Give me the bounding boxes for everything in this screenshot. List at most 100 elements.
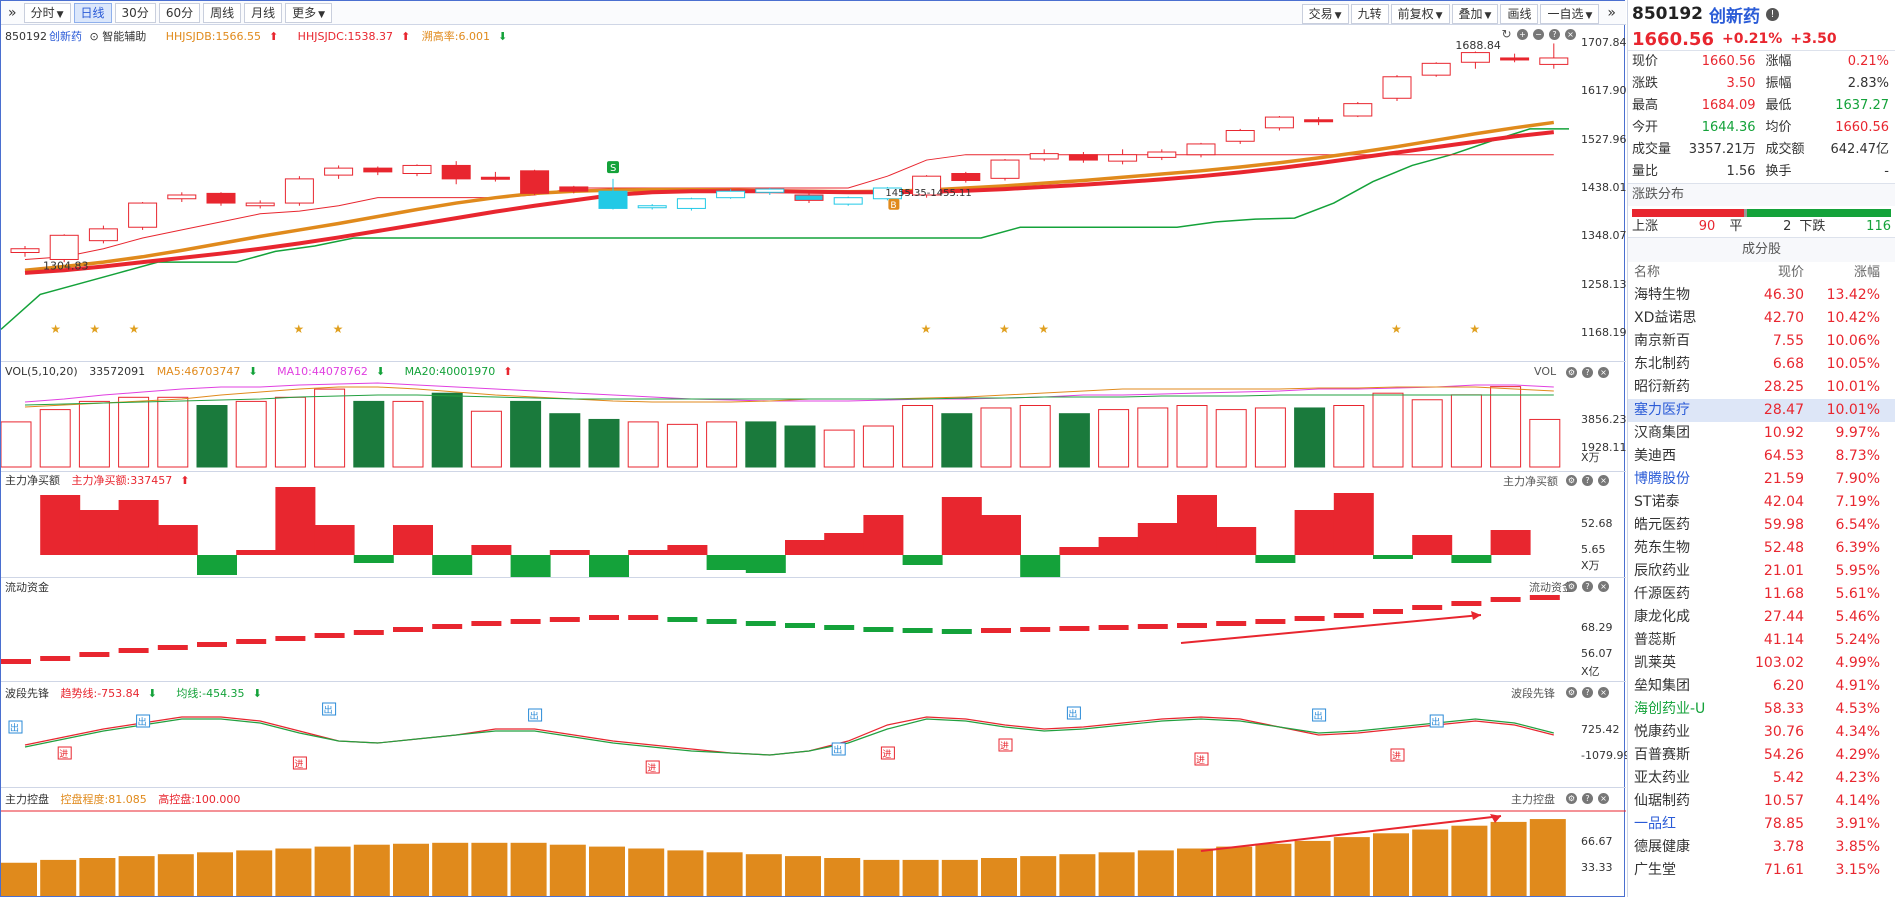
collapse-icon[interactable]: » [4, 4, 21, 22]
col-name[interactable]: 名称 [1628, 262, 1732, 284]
net-buy-bar [628, 550, 669, 555]
quote-value: 2.83% [1847, 76, 1889, 91]
flow-segment [1020, 627, 1051, 632]
net-buy-bar [667, 545, 708, 555]
constituent-row[interactable]: 仟源医药 11.68 5.61% [1628, 583, 1895, 606]
draw-button[interactable]: 画线 [1500, 4, 1539, 24]
quote-label: 涨跌 [1632, 76, 1659, 91]
info-icon[interactable]: ! [1765, 7, 1779, 21]
net-buy-bar [1451, 555, 1492, 563]
constituent-row[interactable]: 海特生物 46.30 13.42% [1628, 284, 1895, 307]
wave-out-marker: 出 [1068, 708, 1077, 720]
constituent-row[interactable]: 东北制药 6.68 10.05% [1628, 353, 1895, 376]
col-pct[interactable]: 涨幅 [1804, 262, 1890, 284]
down-count: 116 [1866, 219, 1891, 234]
constituent-row[interactable]: 广生堂 71.61 3.15% [1628, 859, 1895, 882]
constituent-name: ST诺泰 [1634, 494, 1680, 510]
control-bar [432, 842, 469, 896]
help-icon[interactable]: ? [1582, 475, 1593, 486]
candlestick-chart[interactable]: 1688.84 1304.83 1455.35-1455.11 S B ★ ★ ★ ★ ★ ★ ★ ★ ★… [1, 37, 1626, 347]
liquidity-chart[interactable] [1, 591, 1626, 681]
constituent-pct: 5.24% [1835, 632, 1880, 648]
constituent-row[interactable]: 塞力医疗 28.47 10.01% [1628, 399, 1895, 422]
volume-bar [1, 421, 32, 468]
flow-segment [628, 615, 659, 620]
expand-icon[interactable]: » [1601, 4, 1622, 22]
control-chart[interactable] [1, 801, 1626, 896]
net-buy-chart[interactable] [1, 487, 1626, 577]
quote-label: 涨幅 [1765, 54, 1792, 69]
flow-segment [1451, 601, 1482, 606]
constituent-row[interactable]: 皓元医药 59.98 6.54% [1628, 514, 1895, 537]
tab-weekly[interactable]: 周线 [203, 2, 242, 23]
constituent-row[interactable]: XD益诺思 42.70 10.42% [1628, 307, 1895, 330]
overlay-button[interactable]: 叠加 ▼ [1451, 4, 1499, 24]
constituent-row[interactable]: 亚太药业 5.42 4.23% [1628, 767, 1895, 790]
constituent-row[interactable]: 昭衍新药 28.25 10.01% [1628, 376, 1895, 399]
btn-label: 交易 [1308, 7, 1333, 21]
constituent-row[interactable]: 美迪西 64.53 8.73% [1628, 445, 1895, 468]
close-icon[interactable]: × [1598, 475, 1609, 486]
net-buy-bar [1137, 523, 1178, 555]
quote-value: 1637.27 [1835, 98, 1889, 113]
stock-name[interactable]: 创新药 [1709, 2, 1760, 27]
net-buy-bar [1216, 527, 1257, 555]
constituent-pct: 3.15% [1835, 862, 1880, 878]
candle-body [363, 167, 393, 173]
adjust-button[interactable]: 前复权 ▼ [1390, 4, 1450, 24]
volume-chart[interactable] [1, 377, 1626, 469]
constituent-row[interactable]: 南京新百 7.55 10.06% [1628, 330, 1895, 353]
constituent-row[interactable]: 汉商集团 10.92 9.97% [1628, 422, 1895, 445]
constituent-pct: 5.46% [1835, 609, 1880, 625]
constituent-row[interactable]: 普蕊斯 41.14 5.24% [1628, 629, 1895, 652]
btn-label: 前复权 [1397, 7, 1434, 21]
constituent-row[interactable]: 仙琚制药 10.57 4.14% [1628, 790, 1895, 813]
tab-monthly[interactable]: 月线 [244, 2, 283, 23]
tab-30min[interactable]: 30分 [114, 2, 156, 23]
wave-chart[interactable]: 出出出出出出 出出进进 进进进进进 [1, 697, 1626, 787]
constituent-name: 皓元医药 [1634, 517, 1690, 533]
volume-bar [39, 409, 71, 468]
volume-bar [745, 421, 777, 468]
tab-label: 分时 [30, 5, 55, 20]
tab-60min[interactable]: 60分 [158, 2, 201, 23]
constituent-row[interactable]: 博腾股份 21.59 7.90% [1628, 468, 1895, 491]
tab-daily[interactable]: 日线 [73, 2, 112, 23]
watchlist-button[interactable]: 一自选 ▼ [1540, 4, 1600, 24]
volume-bar [1411, 399, 1443, 468]
constituent-row[interactable]: 百普赛斯 54.26 4.29% [1628, 744, 1895, 767]
tab-more[interactable]: 更多 ▼ [285, 2, 333, 23]
quote-panel: 850192 创新药 ! 1660.56 +0.21% +3.50 现价 1660… [1627, 0, 1895, 897]
constituent-row[interactable]: 悦康药业 30.76 4.34% [1628, 721, 1895, 744]
flow-segment [1529, 595, 1560, 600]
constituent-row[interactable]: ST诺泰 42.04 7.19% [1628, 491, 1895, 514]
constituent-row[interactable]: 凯莱英 103.02 4.99% [1628, 652, 1895, 675]
control-bar [471, 842, 508, 896]
wave-out-marker: 出 [10, 722, 19, 734]
constituent-row[interactable]: 德展健康 3.78 3.85% [1628, 836, 1895, 859]
constituent-row[interactable]: 一品红 78.85 3.91% [1628, 813, 1895, 836]
chart-area[interactable]: » 分时 ▼ 日线 30分 60分 周线 月线 更多 ▼ 交易 ▼ 九转 前复权 ▼ 叠… [0, 0, 1630, 897]
constituent-name: 海创药业-U [1634, 701, 1706, 717]
trade-button[interactable]: 交易 ▼ [1301, 4, 1349, 24]
quote-row: 最高 1684.09 最低 1637.27 [1628, 95, 1895, 117]
candle-body [559, 186, 589, 192]
constituent-row[interactable]: 苑东生物 52.48 6.39% [1628, 537, 1895, 560]
quote-row: 今开 1644.36 均价 1660.56 [1628, 117, 1895, 139]
constituent-row[interactable]: 辰欣药业 21.01 5.95% [1628, 560, 1895, 583]
tab-intraday[interactable]: 分时 ▼ [23, 2, 71, 23]
constituent-row[interactable]: 垒知集团 6.20 4.91% [1628, 675, 1895, 698]
flow-segment [314, 633, 345, 638]
arrow-head-icon [1471, 611, 1481, 620]
flow-segment [1490, 597, 1521, 602]
control-bar [353, 844, 390, 896]
col-price[interactable]: 现价 [1732, 262, 1804, 284]
constituent-price: 6.20 [1772, 678, 1804, 694]
constituent-row[interactable]: 康龙化成 27.44 5.46% [1628, 606, 1895, 629]
constituent-row[interactable]: 海创药业-U 58.33 4.53% [1628, 698, 1895, 721]
candle-body [284, 178, 314, 204]
star-icon: ★ [999, 322, 1010, 336]
candle-body [1186, 143, 1216, 156]
nine-turn-button[interactable]: 九转 [1350, 4, 1389, 24]
settings-icon[interactable]: ⚙ [1566, 475, 1577, 486]
